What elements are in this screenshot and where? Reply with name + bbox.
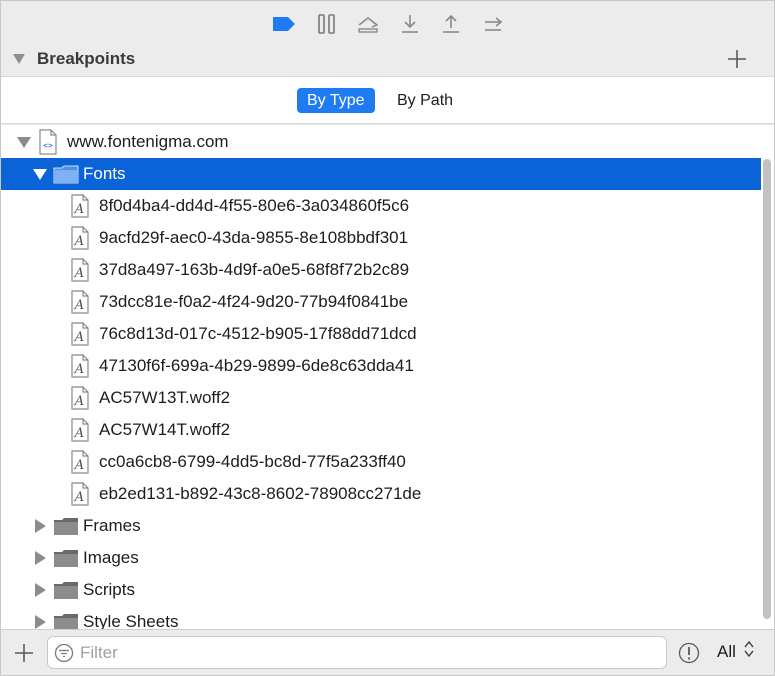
font-resource-row[interactable]: Acc0a6cb8-6799-4dd5-bc8d-77f5a233ff40: [1, 446, 761, 478]
font-resource-label: 73dcc81e-f0a2-4f24-9d20-77b94f0841be: [99, 292, 409, 311]
tree-folder-label: Frames: [83, 516, 141, 535]
scope-select-value: All: [717, 641, 736, 661]
font-file-icon: A: [71, 290, 89, 319]
font-resource-row[interactable]: A AC57W14T.woff2: [1, 414, 761, 446]
disclosure-right-icon[interactable]: [35, 519, 46, 533]
debugger-toolbar: [1, 1, 774, 43]
filter-field[interactable]: [47, 636, 667, 669]
font-resource-row[interactable]: A 47130f6f-699a-4b29-9899-6de8c63dda41: [1, 350, 761, 382]
svg-text:A: A: [74, 266, 84, 281]
exclamation-circle-icon[interactable]: [678, 642, 700, 664]
font-file-icon: A: [71, 258, 89, 287]
tree-folder-frames[interactable]: Frames: [1, 510, 761, 542]
font-file-icon: A: [71, 226, 89, 255]
font-resource-label: 37d8a497-163b-4d9f-a0e5-68f8f72b2c89: [99, 260, 410, 279]
svg-text:<>: <>: [43, 141, 53, 150]
font-resource-label: AC57W13T.woff2: [99, 388, 231, 407]
svg-text:A: A: [74, 458, 84, 473]
step-into-icon[interactable]: [397, 11, 423, 37]
step-out-icon[interactable]: [438, 11, 464, 37]
step-icon[interactable]: [480, 11, 506, 37]
font-resource-row[interactable]: A 9acfd29f-aec0-43da-9855-8e108bbdf301: [1, 222, 761, 254]
font-resource-row[interactable]: Aeb2ed131-b892-43c8-8602-78908cc271de: [1, 478, 761, 510]
filter-input[interactable]: [80, 641, 650, 665]
breakpoints-panel: Breakpoints By Type By Path <> www.fonte…: [0, 0, 775, 676]
folder-icon: [53, 613, 79, 629]
section-collapse-icon[interactable]: [13, 54, 25, 64]
font-file-icon: A: [71, 482, 89, 511]
svg-text:A: A: [74, 202, 84, 217]
font-file-icon: A: [71, 194, 89, 223]
font-file-icon: A: [71, 322, 89, 351]
disclosure-down-icon[interactable]: [17, 137, 31, 148]
font-resource-label: AC57W14T.woff2: [99, 420, 231, 439]
font-resource-label: 76c8d13d-017c-4512-b905-17f88dd71dcd: [99, 324, 417, 343]
tree-root-row[interactable]: <> www.fontenigma.com: [1, 126, 761, 158]
font-resource-label: eb2ed131-b892-43c8-8602-78908cc271de: [99, 484, 422, 503]
svg-text:A: A: [74, 362, 84, 377]
breakpoints-toggle-icon[interactable]: [271, 11, 297, 37]
font-resource-label: 47130f6f-699a-4b29-9899-6de8c63dda41: [99, 356, 414, 375]
svg-text:A: A: [74, 298, 84, 313]
svg-text:A: A: [74, 330, 84, 345]
folder-icon: [53, 165, 79, 189]
font-file-icon: A: [71, 418, 89, 447]
scope-select[interactable]: All: [717, 640, 754, 663]
folder-icon: [53, 581, 79, 605]
font-file-icon: A: [71, 450, 89, 479]
add-icon[interactable]: [13, 642, 35, 664]
svg-text:A: A: [74, 394, 84, 409]
folder-icon: [53, 549, 79, 573]
folder-icon: [53, 517, 79, 541]
filter-icon: [54, 643, 74, 663]
tree-folder-scripts[interactable]: Scripts: [1, 574, 761, 606]
grouping-segmented-control: By Type By Path: [1, 77, 774, 124]
tree-folder-label: Scripts: [83, 580, 135, 599]
tree-folder-fonts[interactable]: Fonts: [1, 158, 761, 190]
document-icon: <>: [39, 129, 57, 160]
font-resource-row[interactable]: A 8f0d4ba4-dd4d-4f55-80e6-3a034860f5c6: [1, 190, 761, 222]
pause-icon[interactable]: [314, 11, 340, 37]
filter-bar: All: [1, 629, 774, 675]
font-resource-row[interactable]: A 76c8d13d-017c-4512-b905-17f88dd71dcd: [1, 318, 761, 350]
tree-folder-style-sheets[interactable]: Style Sheets: [1, 606, 761, 629]
tree-root-label: www.fontenigma.com: [67, 132, 229, 151]
font-resource-label: 8f0d4ba4-dd4d-4f55-80e6-3a034860f5c6: [99, 196, 410, 215]
tree-folder-images[interactable]: Images: [1, 542, 761, 574]
step-over-icon[interactable]: [355, 11, 381, 37]
font-resource-label: cc0a6cb8-6799-4dd5-bc8d-77f5a233ff40: [99, 452, 406, 471]
font-resource-label: 9acfd29f-aec0-43da-9855-8e108bbdf301: [99, 228, 409, 247]
by-type-segment[interactable]: By Type: [297, 88, 375, 113]
tree-folder-label: Images: [83, 548, 139, 567]
disclosure-down-icon[interactable]: [33, 169, 47, 180]
tree-folder-label: Fonts: [83, 164, 126, 183]
section-title: Breakpoints: [37, 49, 136, 68]
breakpoints-section-header[interactable]: Breakpoints: [1, 43, 774, 77]
font-resource-row[interactable]: A 73dcc81e-f0a2-4f24-9d20-77b94f0841be: [1, 286, 761, 318]
disclosure-right-icon[interactable]: [35, 551, 46, 565]
by-path-segment[interactable]: By Path: [387, 88, 463, 113]
font-file-icon: A: [71, 386, 89, 415]
svg-text:A: A: [74, 234, 84, 249]
disclosure-right-icon[interactable]: [35, 583, 46, 597]
add-breakpoint-button[interactable]: [726, 48, 748, 70]
disclosure-right-icon[interactable]: [35, 615, 46, 629]
font-file-icon: A: [71, 354, 89, 383]
resource-tree: <> www.fontenigma.com Fonts A 8f0d4ba4-dd…: [1, 125, 774, 629]
font-resource-row[interactable]: A 37d8a497-163b-4d9f-a0e5-68f8f72b2c89: [1, 254, 761, 286]
svg-text:A: A: [74, 490, 84, 505]
chevron-up-down-icon: [744, 640, 754, 663]
font-resource-row[interactable]: A AC57W13T.woff2: [1, 382, 761, 414]
scrollbar-thumb[interactable]: [763, 159, 771, 619]
svg-text:A: A: [74, 426, 84, 441]
tree-folder-label: Style Sheets: [83, 612, 179, 629]
